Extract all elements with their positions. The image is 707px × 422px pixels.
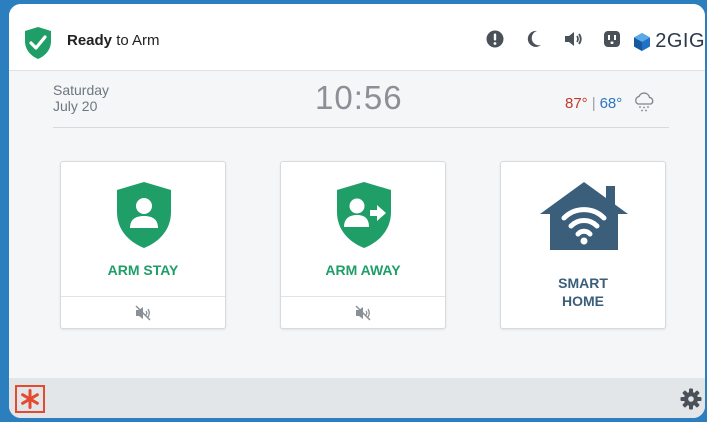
smart-home-tile[interactable]: SMART HOME [500, 161, 666, 329]
date-month-day: July 20 [53, 98, 98, 114]
arm-stay-button[interactable]: ARM STAY [61, 162, 225, 296]
weather-display[interactable]: 87° | 68° [565, 92, 656, 114]
date-display: Saturday July 20 [53, 82, 109, 114]
snow-cloud-icon [635, 92, 654, 112]
date-day: Saturday [53, 82, 110, 98]
shield-person-icon [117, 182, 171, 248]
arm-away-silent-toggle[interactable] [281, 296, 445, 329]
shield-person-arrow-icon [337, 182, 391, 248]
brand-logo: 2GIG [632, 30, 705, 53]
outlet-icon[interactable] [601, 28, 623, 50]
arm-status-text: Ready to Arm [67, 32, 160, 49]
smart-home-label: SMART HOME [501, 274, 665, 310]
clock: 10:56 [315, 79, 403, 116]
low-temp: 68° [599, 94, 623, 112]
smart-home-label-line1: SMART [558, 275, 608, 291]
arm-stay-label: ARM STAY [107, 262, 179, 278]
gear-icon[interactable] [680, 388, 702, 410]
wifi-house-icon [540, 182, 628, 250]
muted-speaker-icon [355, 305, 371, 321]
arm-stay-silent-toggle[interactable] [61, 296, 225, 329]
check-shield-icon [25, 27, 51, 59]
panel-screen: Ready to Arm 2GIG Saturday July 20 10:56… [9, 4, 705, 418]
arm-away-tile[interactable]: ARM AWAY [280, 161, 446, 329]
arm-away-label: ARM AWAY [325, 262, 401, 278]
asterisk-icon [21, 389, 39, 409]
muted-speaker-icon [135, 305, 151, 321]
smart-home-label-line2: HOME [562, 293, 604, 309]
header-divider [53, 127, 669, 128]
volume-icon[interactable] [562, 28, 584, 50]
moon-icon[interactable] [523, 28, 545, 50]
bottom-bar [9, 378, 705, 418]
temp-separator: | [591, 94, 596, 112]
high-temp: 87° [565, 94, 588, 112]
arm-away-button[interactable]: ARM AWAY [281, 162, 445, 296]
top-status-bar: Ready to Arm 2GIG [9, 4, 705, 71]
arm-stay-tile[interactable]: ARM STAY [60, 161, 226, 329]
alert-icon[interactable] [484, 28, 506, 50]
brand-text: 2GIG [655, 30, 705, 52]
emergency-button[interactable] [15, 385, 45, 413]
2gig-cube-icon [634, 32, 651, 51]
top-icon-group [484, 28, 623, 50]
